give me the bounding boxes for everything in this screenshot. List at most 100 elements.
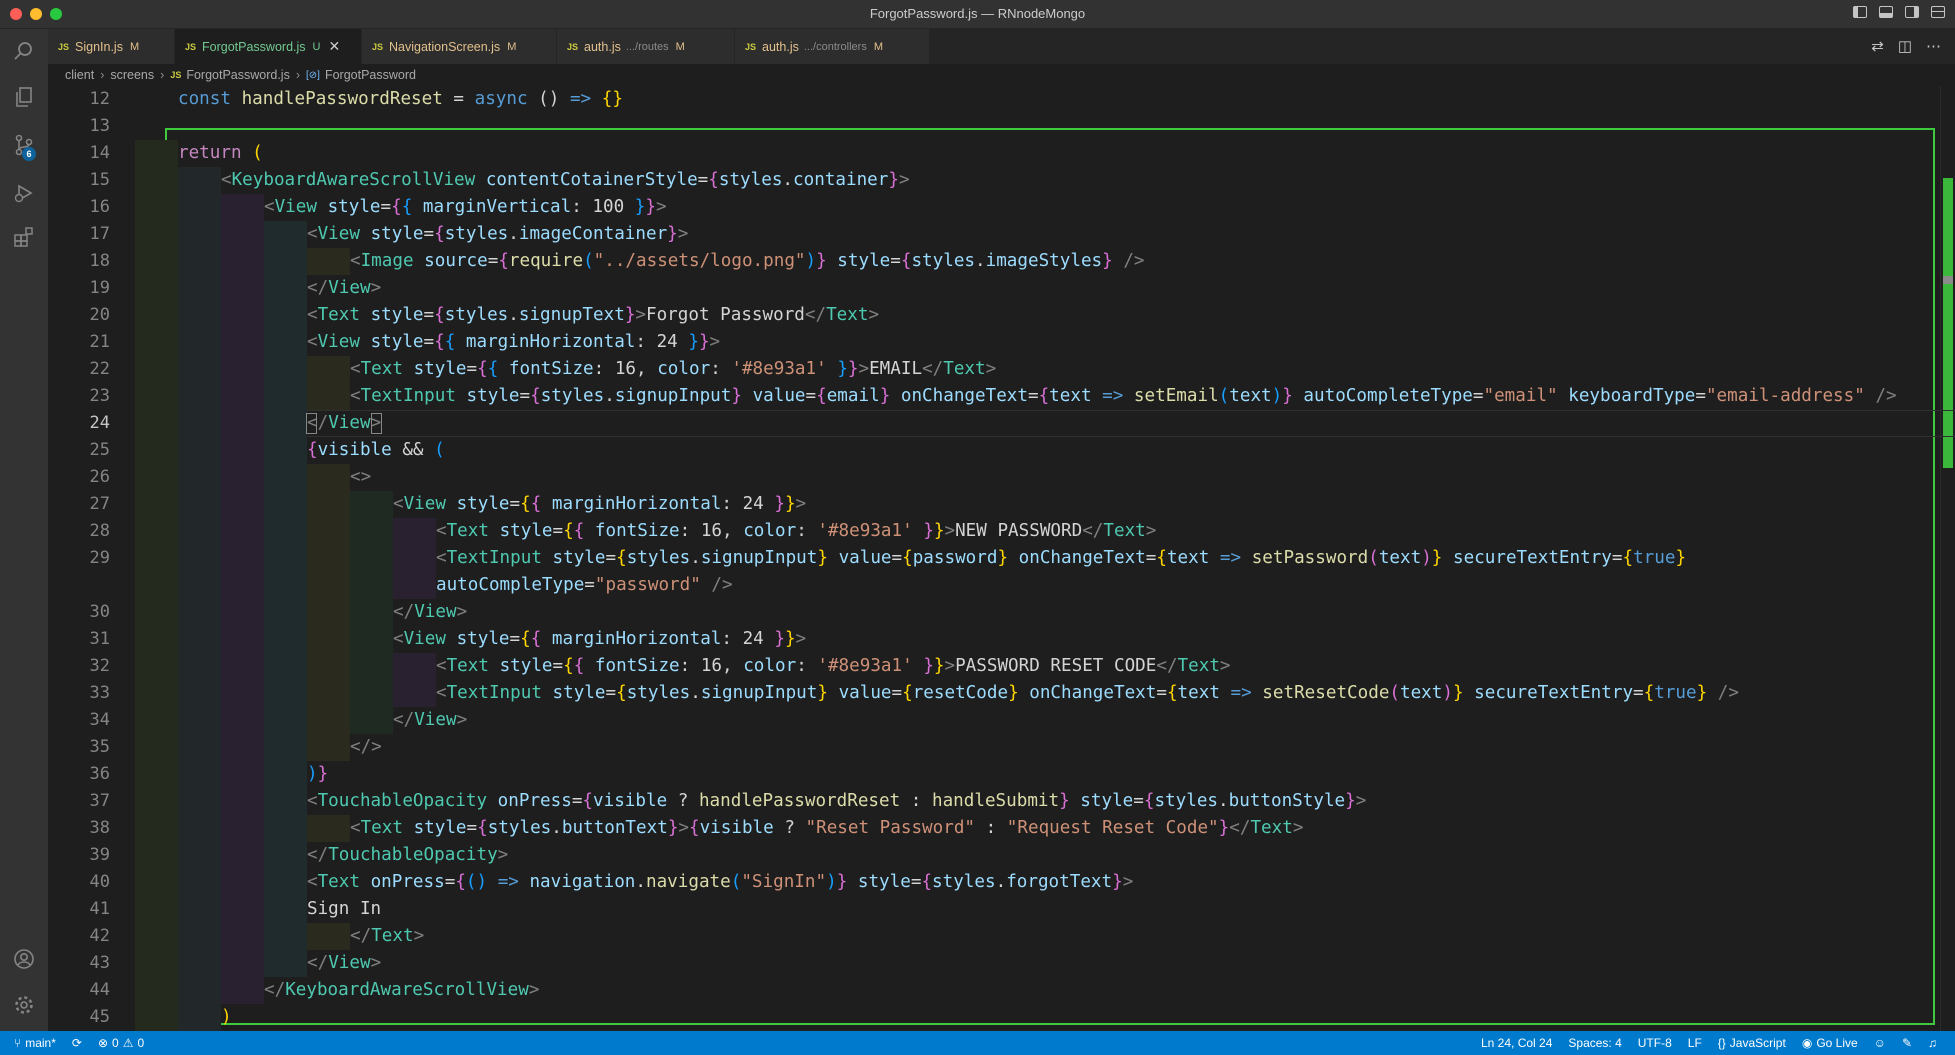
code-token: TextInput [446,683,542,703]
toggle-secondary-sidebar-icon[interactable] [1905,6,1919,18]
javascript-file-icon: JS [745,41,757,52]
code-line[interactable]: 37 <TouchableOpacity onPress={visible ? h… [48,788,1955,815]
code-line[interactable]: 43 </View> [48,950,1955,977]
code-line[interactable]: 33 <TextInput style={styles.signupInput} … [48,680,1955,707]
code-line[interactable]: 21 <View style={{ marginHorizontal: 24 }}… [48,329,1955,356]
code-line[interactable]: autoCompleType="password" /> [48,572,1955,599]
tab-navigationscreen[interactable]: JS NavigationScreen.js M [362,29,557,64]
code-token: </ [804,305,827,325]
code-line[interactable]: 38 <Text style={styles.buttonText}>{visib… [48,815,1955,842]
code-line[interactable]: 40 <Text onPress={() => navigation.naviga… [48,869,1955,896]
code-token: style [857,872,911,892]
code-token: { [816,386,827,406]
code-line[interactable]: 41 Sign In [48,896,1955,923]
toggle-panel-icon[interactable] [1879,6,1893,18]
code-line[interactable]: 24 </View> [48,410,1955,437]
code-text: <TextInput style={styles.signupInput} va… [436,680,1739,707]
indent-guide [264,842,307,869]
accounts-icon[interactable] [12,947,36,971]
go-live-button[interactable]: ◉ Go Live [1802,1036,1858,1050]
encoding[interactable]: UTF-8 [1638,1036,1672,1050]
notifications-bell-icon[interactable]: ♫ [1928,1036,1937,1050]
code-token: { [434,224,445,244]
code-editor[interactable]: 12 const handlePasswordReset = async () =… [48,86,1955,1031]
tab-auth-controllers[interactable]: JS auth.js .../controllers M [735,29,930,64]
breadcrumb-folder[interactable]: client [65,68,94,82]
code-token: { [563,656,574,676]
code-line[interactable]: 26 <> [48,464,1955,491]
settings-gear-icon[interactable] [12,993,36,1017]
tab-forgotpassword[interactable]: JS ForgotPassword.js U ✕ [175,29,362,64]
explorer-icon[interactable] [12,85,36,109]
breadcrumb-symbol[interactable]: ForgotPassword [325,68,416,82]
indent-guide [135,653,178,680]
code-line[interactable]: 28 <Text style={{ fontSize: 16, color: '#… [48,518,1955,545]
code-line[interactable]: 15 <KeyboardAwareScrollView contentCotain… [48,167,1955,194]
code-line[interactable]: 27 <View style={{ marginHorizontal: 24 }}… [48,491,1955,518]
tab-description: .../controllers [803,40,867,53]
split-editor-icon[interactable]: ◫ [1898,37,1912,55]
code-token: } [1008,683,1019,703]
code-line[interactable]: 32 <Text style={{ fontSize: 16, color: '#… [48,653,1955,680]
code-line[interactable]: 42 </Text> [48,923,1955,950]
code-line[interactable]: 12 const handlePasswordReset = async () =… [48,86,1955,113]
more-actions-icon[interactable]: ⋯ [1926,37,1941,55]
code-token: } [634,197,646,217]
indent-guide [264,653,307,680]
code-line[interactable]: 19 </View> [48,275,1955,302]
indent-guide [307,491,350,518]
search-icon[interactable] [12,39,36,63]
code-line[interactable]: 44 </KeyboardAwareScrollView> [48,977,1955,1004]
indentation[interactable]: Spaces: 4 [1568,1036,1621,1050]
code-token: setResetCode [1262,683,1390,703]
feedback-icon[interactable]: ✎ [1902,1036,1912,1050]
code-line[interactable]: 35 </> [48,734,1955,761]
code-line[interactable]: 34 </View> [48,707,1955,734]
breadcrumb-folder[interactable]: screens [110,68,154,82]
customize-layout-icon[interactable] [1931,6,1945,18]
code-line[interactable]: 20 <Text style={styles.signupText}>Forgot… [48,302,1955,329]
code-line[interactable]: 14 return ( [48,140,1955,167]
problems-indicator[interactable]: ⊗ 0 ⚠ 0 [98,1036,144,1050]
code-token: container [793,170,889,190]
code-token: Text [1103,521,1146,541]
copilot-icon[interactable]: ☺ [1874,1036,1886,1050]
code-line[interactable]: 22 <Text style={{ fontSize: 16, color: '#… [48,356,1955,383]
compare-changes-icon[interactable]: ⇄ [1871,37,1884,55]
branch-indicator[interactable]: ⑂ main* [14,1036,56,1050]
toggle-sidebar-icon[interactable] [1853,6,1867,18]
indent-guide [221,734,264,761]
code-line[interactable]: 13 [48,113,1955,140]
code-line[interactable]: 39 </TouchableOpacity> [48,842,1955,869]
code-line[interactable]: 25 {visible && ( [48,437,1955,464]
run-debug-icon[interactable] [12,181,36,205]
code-line[interactable]: 17 <View style={styles.imageContainer}> [48,221,1955,248]
indent-guide [178,545,221,572]
code-line[interactable]: 36)} [48,761,1955,788]
code-line[interactable]: 45) [48,1004,1955,1031]
line-number: 20 [89,305,110,325]
extensions-icon[interactable] [12,225,36,249]
indent-guide [178,923,221,950]
tab-auth-routes[interactable]: JS auth.js .../routes M [557,29,735,64]
code-line[interactable]: 29 <TextInput style={styles.signupInput} … [48,545,1955,572]
close-tab-icon[interactable]: ✕ [328,38,340,55]
tab-signin[interactable]: JS SignIn.js M [48,29,175,64]
code-line[interactable]: 30 </View> [48,599,1955,626]
breadcrumb-file[interactable]: ForgotPassword.js [186,68,290,82]
indent-guide [264,761,307,788]
language-mode[interactable]: {} JavaScript [1718,1036,1786,1050]
code-line[interactable]: 18 <Image source={require("../assets/logo… [48,248,1955,275]
code-token: fontSize [594,521,680,541]
code-line[interactable]: 16 <View style={{ marginVertical: 100 }}> [48,194,1955,221]
code-line[interactable]: 31 <View style={{ marginHorizontal: 24 }}… [48,626,1955,653]
line-ending[interactable]: LF [1688,1036,1702,1050]
indent-guide [221,788,264,815]
sync-button[interactable]: ⟳ [72,1036,82,1050]
indent-guide [307,599,350,626]
cursor-position[interactable]: Ln 24, Col 24 [1481,1036,1552,1050]
code-token: } [997,548,1009,568]
code-line[interactable]: 23 <TextInput style={styles.signupInput} … [48,383,1955,410]
